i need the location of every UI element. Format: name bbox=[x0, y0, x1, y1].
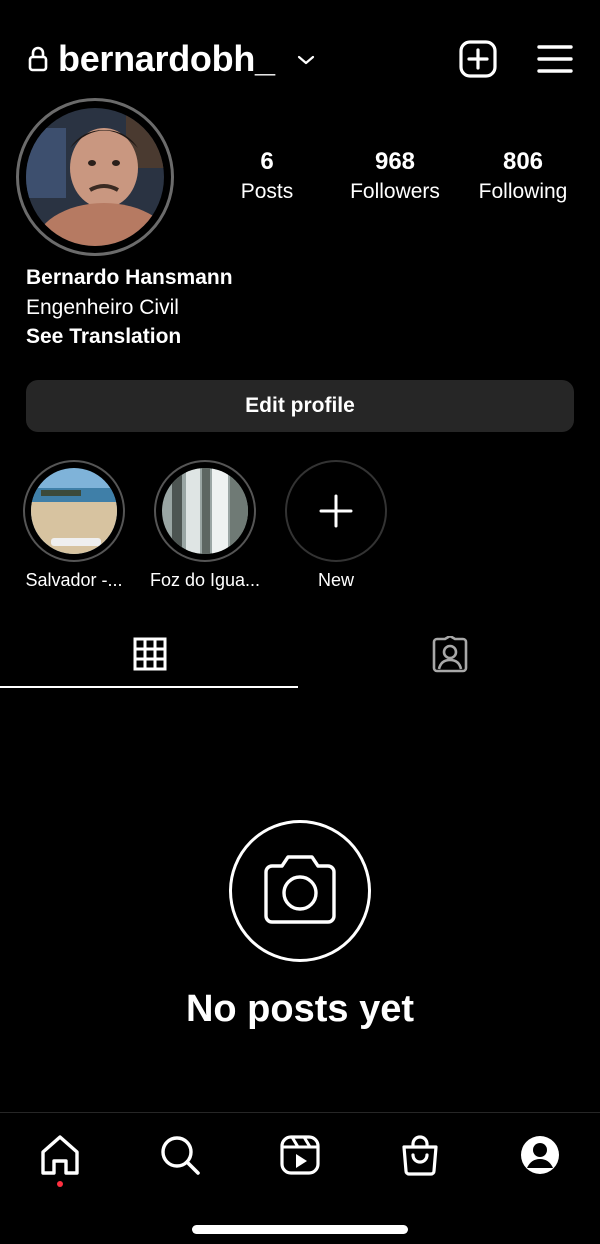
tagged-person-icon bbox=[432, 636, 468, 673]
avatar[interactable] bbox=[26, 108, 164, 246]
followers-count: 968 bbox=[374, 148, 416, 175]
reels-icon[interactable] bbox=[278, 1133, 322, 1177]
following-stat[interactable]: 806 Following bbox=[458, 146, 588, 206]
tab-posts-grid[interactable] bbox=[0, 620, 298, 688]
profile-photo bbox=[26, 108, 164, 246]
new-highlight-ring bbox=[285, 460, 387, 562]
new-highlight-label: New bbox=[317, 570, 354, 590]
see-translation-link[interactable]: See Translation bbox=[26, 325, 181, 349]
highlight-cover bbox=[31, 468, 117, 554]
highlight-item[interactable]: Salvador -... bbox=[22, 460, 126, 591]
posts-stat[interactable]: 6 Posts bbox=[202, 146, 332, 206]
highlight-label: Foz do Igua... bbox=[149, 570, 261, 590]
highlight-cover bbox=[162, 468, 248, 554]
shop-icon[interactable] bbox=[398, 1133, 442, 1177]
highlight-ring bbox=[154, 460, 256, 562]
plus-icon bbox=[319, 494, 353, 528]
camera-icon bbox=[264, 855, 336, 924]
followers-stat[interactable]: 968 Followers bbox=[330, 146, 460, 206]
following-label: Following bbox=[478, 180, 568, 203]
following-count: 806 bbox=[502, 148, 544, 175]
posts-label: Posts bbox=[240, 180, 294, 203]
search-icon[interactable] bbox=[158, 1133, 202, 1177]
grid-icon bbox=[133, 637, 167, 671]
username[interactable]: bernardobh_ bbox=[58, 38, 275, 80]
followers-label: Followers bbox=[350, 180, 440, 203]
tab-tagged[interactable] bbox=[300, 620, 600, 688]
menu-icon[interactable] bbox=[536, 41, 574, 77]
create-post-icon[interactable] bbox=[458, 39, 498, 79]
chevron-down-icon[interactable] bbox=[296, 50, 316, 70]
bio-text: Engenheiro Civil bbox=[26, 296, 179, 319]
empty-state-title: No posts yet bbox=[185, 988, 415, 1030]
highlight-item[interactable]: Foz do Igua... bbox=[150, 460, 260, 591]
new-highlight-button[interactable]: New bbox=[284, 460, 388, 591]
lock-icon bbox=[28, 46, 48, 72]
profile-icon[interactable] bbox=[518, 1133, 562, 1177]
full-name: Bernardo Hansmann bbox=[26, 266, 233, 289]
notification-dot bbox=[57, 1181, 63, 1187]
empty-state-camera-circle bbox=[229, 820, 371, 962]
highlight-label: Salvador -... bbox=[25, 570, 123, 590]
home-indicator bbox=[192, 1225, 408, 1234]
home-icon[interactable] bbox=[38, 1133, 82, 1177]
posts-count: 6 bbox=[260, 148, 274, 175]
highlight-ring bbox=[23, 460, 125, 562]
edit-profile-button[interactable]: Edit profile bbox=[26, 380, 574, 432]
